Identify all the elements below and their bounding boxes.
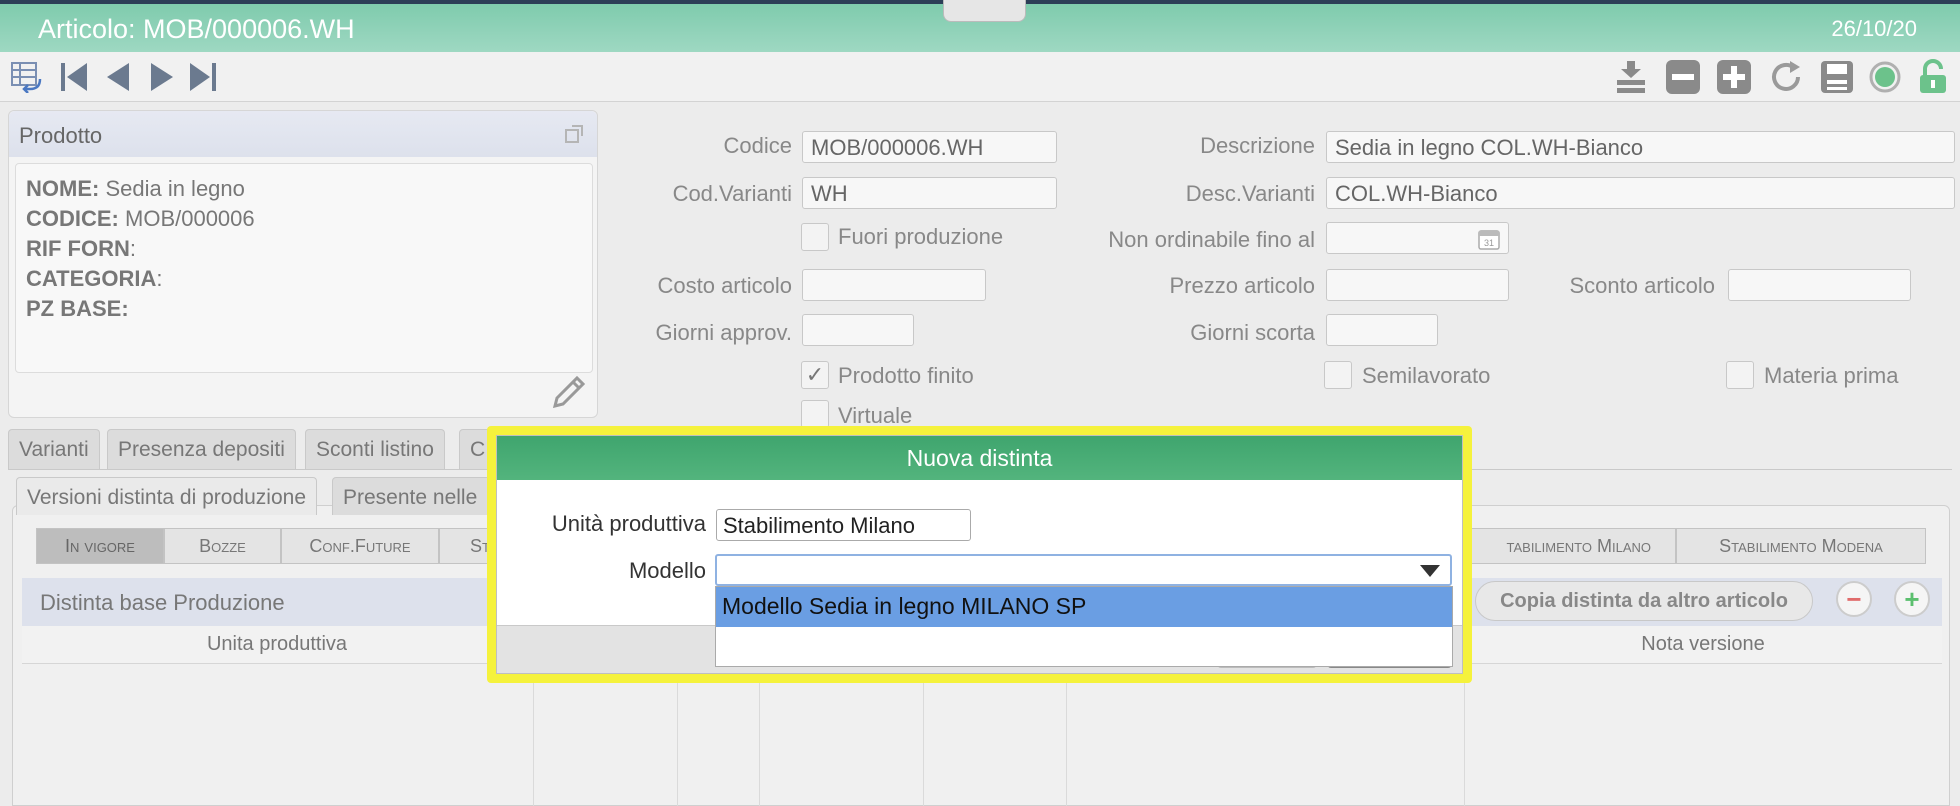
download-icon[interactable] bbox=[1612, 58, 1650, 96]
costo-field[interactable] bbox=[802, 269, 986, 301]
sconto-label: Sconto articolo bbox=[1569, 273, 1715, 298]
desc-varianti-field[interactable]: COL.WH-Bianco bbox=[1326, 177, 1955, 209]
column-unita-produttiva[interactable]: Unita produttiva bbox=[22, 626, 532, 664]
prodotto-panel: Prodotto NOME: Sedia in legno CODICE: MO… bbox=[8, 110, 598, 418]
dialog-modello-label: Modello bbox=[628, 558, 706, 583]
table-back-icon[interactable] bbox=[8, 58, 46, 96]
current-date: 26/10/20 bbox=[1831, 16, 1917, 41]
prodotto-line: CODICE: MOB/000006 bbox=[26, 206, 255, 231]
status-dot-icon[interactable] bbox=[1866, 58, 1904, 96]
codice-field[interactable]: MOB/000006.WH bbox=[802, 131, 1057, 163]
prodotto-finito-checkbox[interactable]: ✓ bbox=[801, 361, 829, 389]
prodotto-line: CATEGORIA: bbox=[26, 266, 163, 291]
prodotto-line: PZ BASE: bbox=[26, 296, 129, 321]
modello-option[interactable]: Modello Sedia in legno MILANO SP bbox=[716, 587, 1452, 627]
filter-stabilimento-modena[interactable]: Stabilimento Modena bbox=[1676, 528, 1926, 564]
window-notch bbox=[943, 0, 1026, 22]
filter-stabilimento-milano[interactable]: tabilimento Milano bbox=[1460, 528, 1676, 564]
sconto-field[interactable] bbox=[1728, 269, 1911, 301]
modello-option[interactable] bbox=[716, 627, 1452, 667]
column-divider bbox=[677, 664, 678, 806]
costo-label: Costo articolo bbox=[657, 273, 792, 298]
remove-icon[interactable] bbox=[1664, 58, 1702, 96]
subtab-presente-nelle[interactable]: Presente nelle bbox=[332, 477, 492, 515]
materia-prima-checkbox[interactable] bbox=[1726, 361, 1754, 389]
semilavorato-checkbox[interactable] bbox=[1324, 361, 1352, 389]
prezzo-label: Prezzo articolo bbox=[1169, 273, 1315, 298]
descrizione-label: Descrizione bbox=[1200, 133, 1315, 158]
add-row-icon[interactable]: + bbox=[1894, 581, 1930, 617]
unlock-icon[interactable] bbox=[1914, 58, 1952, 96]
previous-record-icon[interactable] bbox=[99, 58, 137, 96]
column-divider bbox=[759, 664, 760, 806]
prodotto-header: Prodotto bbox=[9, 111, 597, 157]
modello-dropdown-list: Modello Sedia in legno MILANO SP bbox=[715, 586, 1453, 667]
prezzo-field[interactable] bbox=[1326, 269, 1509, 301]
cod-varianti-label: Cod.Varianti bbox=[672, 181, 792, 206]
fuori-produzione-checkbox[interactable] bbox=[801, 223, 829, 251]
column-nota-versione[interactable]: Nota versione bbox=[1464, 626, 1942, 664]
refresh-icon[interactable] bbox=[1767, 58, 1805, 96]
chevron-down-icon[interactable] bbox=[1420, 565, 1440, 577]
subtab-versioni-distinta[interactable]: Versioni distinta di produzione bbox=[16, 477, 318, 515]
prodotto-line: NOME: Sedia in legno bbox=[26, 176, 245, 201]
prodotto-line: RIF FORN: bbox=[26, 236, 137, 261]
prodotto-details: NOME: Sedia in legno CODICE: MOB/000006 … bbox=[15, 163, 593, 373]
copy-distinta-button[interactable]: Copia distinta da altro articolo bbox=[1475, 581, 1813, 621]
filter-conf-future[interactable]: Conf.Future bbox=[281, 528, 439, 564]
fuori-produzione-label: Fuori produzione bbox=[838, 224, 1004, 249]
column-divider bbox=[923, 664, 924, 806]
first-record-icon[interactable] bbox=[55, 58, 93, 96]
calendar-icon[interactable]: 31 bbox=[1478, 228, 1500, 253]
dialog-unita-label: Unità produttiva bbox=[551, 511, 706, 536]
descrizione-field[interactable]: Sedia in legno COL.WH-Bianco bbox=[1326, 131, 1955, 163]
tab-sconti-listino[interactable]: Sconti listino bbox=[305, 429, 445, 469]
last-record-icon[interactable] bbox=[184, 58, 222, 96]
save-icon[interactable] bbox=[1818, 58, 1856, 96]
dialog-unita-field[interactable]: Stabilimento Milano bbox=[716, 509, 971, 541]
tab-presenza-depositi[interactable]: Presenza depositi bbox=[107, 429, 296, 469]
window-title: Articolo: MOB/000006.WH bbox=[38, 14, 355, 44]
column-divider bbox=[1066, 664, 1067, 806]
giorni-scorta-label: Giorni scorta bbox=[1190, 320, 1315, 345]
non-ordinabile-label: Non ordinabile fino al bbox=[1108, 227, 1315, 252]
desc-varianti-label: Desc.Varianti bbox=[1185, 181, 1315, 206]
pencil-icon[interactable] bbox=[551, 370, 589, 413]
materia-prima-label: Materia prima bbox=[1764, 363, 1899, 388]
giorni-approv-field[interactable] bbox=[802, 314, 914, 346]
virtuale-checkbox[interactable] bbox=[801, 400, 829, 428]
remove-row-icon[interactable]: − bbox=[1836, 581, 1872, 617]
add-icon[interactable] bbox=[1715, 58, 1753, 96]
non-ordinabile-date-field[interactable]: 31 bbox=[1326, 222, 1509, 254]
column-divider bbox=[1464, 664, 1465, 806]
prodotto-finito-label: Prodotto finito bbox=[838, 363, 974, 388]
semilavorato-label: Semilavorato bbox=[1362, 363, 1491, 388]
filter-in-vigore[interactable]: In vigore bbox=[36, 528, 164, 564]
giorni-scorta-field[interactable] bbox=[1326, 314, 1438, 346]
cod-varianti-field[interactable]: WH bbox=[802, 177, 1057, 209]
dialog-modello-select[interactable] bbox=[715, 554, 1452, 586]
codice-label: Codice bbox=[723, 133, 792, 158]
column-divider bbox=[533, 664, 534, 806]
popout-icon[interactable] bbox=[565, 125, 583, 148]
next-record-icon[interactable] bbox=[143, 58, 181, 96]
filter-bozze[interactable]: Bozze bbox=[164, 528, 281, 564]
giorni-approv-label: Giorni approv. bbox=[655, 320, 792, 345]
distinta-title: Distinta base Produzione bbox=[40, 590, 285, 615]
prodotto-title: Prodotto bbox=[19, 123, 103, 148]
dialog-title: Nuova distinta bbox=[497, 436, 1462, 480]
tab-varianti[interactable]: Varianti bbox=[8, 429, 100, 469]
svg-text:31: 31 bbox=[1484, 238, 1494, 248]
toolbar bbox=[0, 52, 1960, 102]
